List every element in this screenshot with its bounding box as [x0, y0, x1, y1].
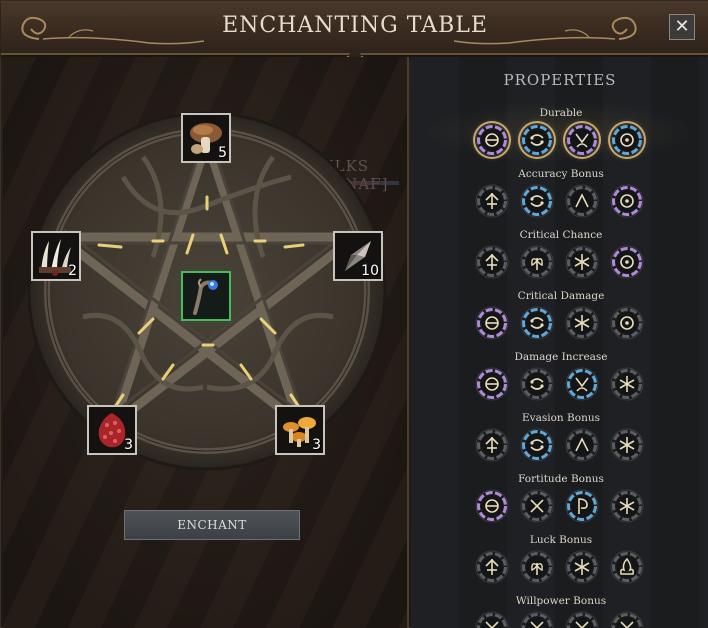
snowflake-rune-icon[interactable] — [565, 245, 599, 279]
rune-row — [475, 611, 655, 628]
enchant-button[interactable]: ENCHANT — [124, 510, 300, 540]
hook-rune-icon[interactable] — [565, 489, 599, 523]
property-group[interactable]: Damage Increase — [451, 351, 671, 407]
arrow-up-rune-icon[interactable] — [475, 184, 509, 218]
property-group[interactable]: Durable — [421, 101, 701, 163]
vee-rune-icon[interactable] — [565, 367, 599, 401]
slot-center-item[interactable] — [181, 271, 231, 321]
property-name: Critical Chance — [519, 229, 603, 241]
theta-rune-icon[interactable] — [475, 306, 509, 340]
cancer-rune-icon[interactable] — [520, 367, 554, 401]
property-name: Willpower Bonus — [515, 595, 607, 607]
cancer-rune-icon[interactable] — [520, 428, 554, 462]
slot-count: 3 — [312, 437, 321, 453]
property-name: Damage Increase — [514, 351, 608, 363]
theta-rune-icon[interactable] — [475, 123, 509, 157]
property-group[interactable]: Fortitude Bonus — [451, 473, 671, 529]
property-name: Critical Damage — [517, 290, 605, 302]
x-rune-icon[interactable] — [475, 611, 509, 628]
caret-rune-icon[interactable] — [565, 428, 599, 462]
snowflake-rune-icon[interactable] — [610, 367, 644, 401]
slot-count: 3 — [124, 437, 133, 453]
property-name: Luck Bonus — [529, 534, 593, 546]
arrow-up-rune-icon[interactable] — [475, 428, 509, 462]
rune-row — [475, 245, 655, 281]
slot-count: 5 — [218, 145, 227, 161]
slot-red-pod[interactable]: 3 — [87, 405, 137, 455]
enchanting-window: ENCHANTING TABLE ✕ ULKS [MNAF] — [0, 0, 708, 628]
x-rune-icon[interactable] — [565, 611, 599, 628]
cancer-rune-icon[interactable] — [520, 184, 554, 218]
property-group[interactable]: Critical Damage — [451, 290, 671, 346]
rune-row — [475, 489, 655, 525]
rune-row — [475, 550, 655, 586]
property-name: Fortitude Bonus — [518, 473, 604, 485]
property-name: Evasion Bonus — [522, 412, 600, 424]
slot-count: 2 — [68, 263, 77, 279]
property-group[interactable]: Evasion Bonus — [451, 412, 671, 468]
sprout-rune-icon[interactable] — [520, 550, 554, 584]
properties-panel: PROPERTIES Durable Accuracy Bonus Critical… — [411, 57, 708, 628]
property-group[interactable]: Luck Bonus — [451, 534, 671, 590]
arrow-up-rune-icon[interactable] — [475, 550, 509, 584]
dot-rune-icon[interactable] — [610, 245, 644, 279]
cancer-rune-icon[interactable] — [520, 123, 554, 157]
staff-wand-icon — [193, 278, 218, 315]
property-name: Durable — [539, 107, 583, 119]
window-title: ENCHANTING TABLE — [222, 13, 488, 38]
rune-row — [475, 184, 655, 220]
dot-rune-icon[interactable] — [610, 306, 644, 340]
dot-rune-icon[interactable] — [610, 123, 644, 157]
slot-count: 10 — [361, 263, 379, 279]
snowflake-rune-icon[interactable] — [610, 489, 644, 523]
caret-rune-icon[interactable] — [565, 184, 599, 218]
rune-row — [475, 367, 655, 403]
snowflake-rune-icon[interactable] — [565, 306, 599, 340]
slot-claws[interactable]: 2 — [31, 231, 81, 281]
properties-title: PROPERTIES — [503, 71, 617, 89]
x-rune-icon[interactable] — [520, 489, 554, 523]
sprout-rune-icon[interactable] — [520, 245, 554, 279]
title-bar: ENCHANTING TABLE ✕ — [1, 1, 708, 55]
theta-rune-icon[interactable] — [475, 367, 509, 401]
dot-rune-icon[interactable] — [610, 184, 644, 218]
snowflake-rune-icon[interactable] — [565, 550, 599, 584]
slot-chanterelle[interactable]: 3 — [275, 405, 325, 455]
vee-rune-icon[interactable] — [565, 123, 599, 157]
arrow-up-rune-icon[interactable] — [475, 245, 509, 279]
close-button[interactable]: ✕ — [669, 14, 695, 40]
enchant-panel: ULKS [MNAF] — [3, 57, 409, 628]
property-name: Accuracy Bonus — [518, 168, 604, 180]
snowflake-rune-icon[interactable] — [610, 428, 644, 462]
property-group[interactable]: Accuracy Bonus — [451, 168, 671, 224]
property-group[interactable]: Critical Chance — [451, 229, 671, 285]
cancer-rune-icon[interactable] — [520, 306, 554, 340]
x-rune-icon[interactable] — [610, 611, 644, 628]
theta-rune-icon[interactable] — [475, 489, 509, 523]
slot-mushroom[interactable]: 5 — [181, 113, 231, 163]
x-rune-icon[interactable] — [520, 611, 554, 628]
rune-row — [475, 123, 655, 159]
flame-rune-icon[interactable] — [610, 550, 644, 584]
property-group[interactable]: Willpower Bonus — [451, 595, 671, 628]
rune-row — [475, 306, 655, 342]
slot-crystal[interactable]: 10 — [333, 231, 383, 281]
rune-row — [475, 428, 655, 464]
